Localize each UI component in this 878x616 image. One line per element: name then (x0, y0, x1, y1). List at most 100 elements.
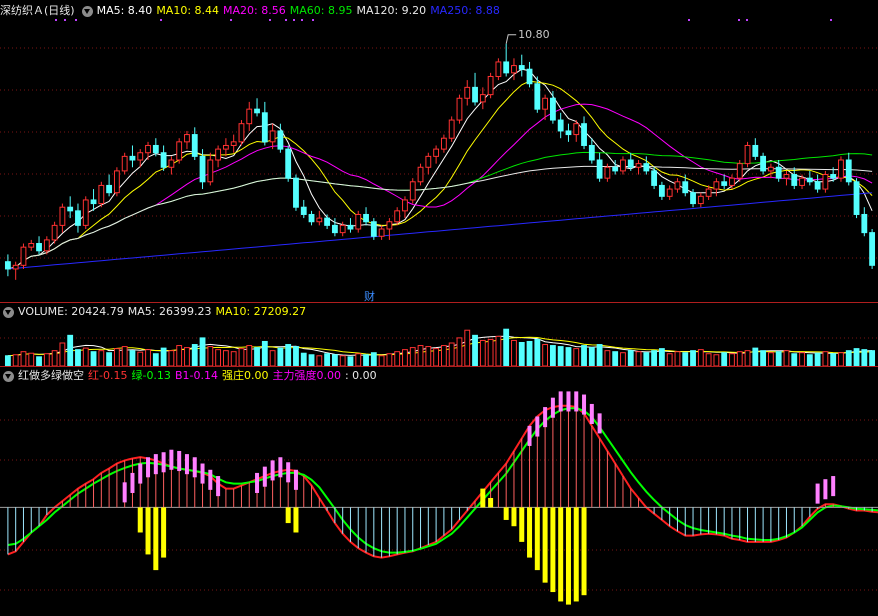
volume-bar-down (75, 349, 81, 367)
volume-bar-up (674, 351, 681, 367)
yellow-bar (565, 507, 571, 605)
volume-bar-down (370, 352, 377, 367)
candle-up (20, 246, 27, 266)
candle-up (838, 159, 844, 179)
ma120-label: MA120: 9.20 (356, 4, 427, 17)
volume-bar-up (222, 350, 229, 367)
signal-dot (746, 19, 748, 21)
signal-dot (55, 19, 57, 21)
candle-down (682, 181, 689, 194)
candle-down (285, 148, 292, 179)
volume-bar-up (145, 349, 151, 367)
pink-bar (286, 462, 291, 483)
signal-dot (301, 19, 303, 21)
candle-up (230, 141, 237, 146)
yellow-bar (519, 507, 525, 542)
pink-bar (597, 413, 602, 434)
volume-bar-down (534, 338, 541, 367)
volume-bar-down (347, 356, 354, 367)
volume-bar-down (503, 328, 510, 367)
ma120-line (7, 165, 873, 270)
candle-up (705, 188, 712, 197)
candle-down (791, 174, 798, 186)
volume-bar-down (845, 350, 852, 367)
volume-bar-down (324, 353, 331, 367)
candle-down (160, 152, 167, 168)
candle-down (67, 206, 74, 212)
volume-bar-down (90, 351, 97, 367)
volume-bar-up (402, 349, 408, 367)
volume-bar-up (487, 338, 494, 367)
volume-bar-up (378, 355, 385, 367)
candle-up (542, 97, 549, 110)
volume-bar-up (43, 353, 50, 367)
candle-up (620, 159, 626, 172)
volume-bar-up (838, 352, 844, 367)
candle-down (300, 206, 307, 215)
candle-down (331, 224, 338, 234)
volume-bar-down (869, 350, 876, 367)
pink-bar (169, 449, 174, 470)
candle-down (261, 112, 268, 143)
volume-bar-up (425, 346, 432, 367)
candle-down (752, 144, 759, 157)
stock-title[interactable]: 深纺织Ａ(日线) (0, 3, 75, 19)
candle-down (643, 163, 650, 172)
ma20-line (7, 103, 873, 270)
candle-up (137, 152, 144, 161)
yellow-bar (550, 507, 556, 593)
candle-up (799, 177, 805, 186)
volume-bar-down (67, 334, 74, 367)
candle-down (472, 86, 478, 103)
volume-bar-down (627, 350, 634, 367)
dropdown-triangle-icon[interactable] (3, 306, 14, 318)
financial-report-marker[interactable]: 财 (364, 288, 375, 304)
ma250-label: MA250: 8.88 (430, 4, 500, 17)
candle-down (853, 181, 860, 215)
volume-bar-up (697, 349, 704, 367)
candle-up (440, 137, 447, 150)
volume-bar-up (113, 348, 120, 367)
volume-bar-up (783, 350, 790, 367)
yellow-bar (503, 507, 509, 520)
candle-up (386, 221, 393, 230)
candle-up (713, 181, 720, 190)
candle-down (596, 159, 603, 179)
yellow-bar (542, 507, 548, 583)
candle-up (316, 217, 323, 223)
volume-ma5-label: MA5: 26399.23 (127, 305, 212, 318)
volume-bar-up (511, 339, 517, 367)
pink-bar (262, 466, 267, 487)
volume-bar-down (861, 349, 868, 367)
pink-bar (815, 483, 820, 504)
lv-label: 绿 (131, 369, 143, 382)
volume-bar-up (137, 351, 144, 367)
volume-bar-down (106, 352, 113, 367)
candle-up (425, 155, 432, 168)
candle-down (830, 174, 837, 179)
volume-bar-down (331, 354, 338, 367)
ma250-line (7, 192, 873, 270)
volume-legend: VOLUME: 20424.79 MA5: 26399.23 MA10: 272… (0, 304, 310, 320)
volume-bar-up (355, 353, 362, 367)
dropdown-triangle-icon[interactable] (81, 5, 93, 17)
yellow-bar (488, 498, 494, 508)
volume-bar-up (620, 352, 626, 367)
candle-down (526, 68, 533, 85)
signal-dot (312, 19, 314, 21)
volume-bar-up (456, 337, 463, 367)
candle-up (378, 228, 385, 237)
volume-bar-down (588, 347, 595, 367)
volume-bar-down (160, 347, 167, 367)
signal-dot (64, 19, 66, 21)
lv-value: -0.13 (142, 369, 171, 382)
candle-up (573, 123, 580, 136)
candle-up (113, 170, 120, 194)
candle-down (277, 130, 284, 150)
pink-bar (527, 425, 532, 446)
yellow-bar (581, 507, 587, 596)
candle-down (518, 65, 525, 70)
pink-bar (582, 394, 587, 415)
dropdown-triangle-icon[interactable] (3, 370, 14, 382)
candle-up (635, 163, 642, 168)
